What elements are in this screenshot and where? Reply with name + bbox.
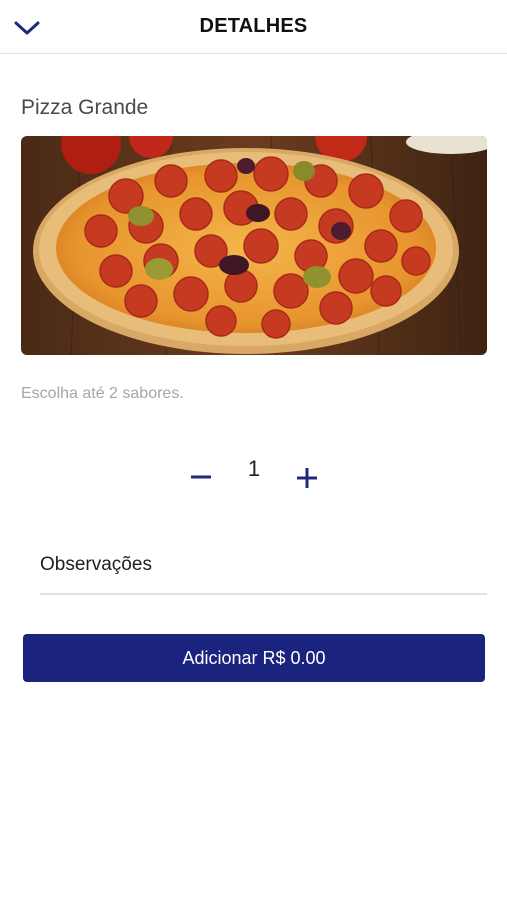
flavor-limit-hint: Escolha até 2 sabores. <box>21 385 184 402</box>
page-title: DETALHES <box>199 15 308 37</box>
app-header: DETALHES <box>0 0 507 54</box>
minus-icon <box>191 475 211 479</box>
add-to-cart-button[interactable]: Adicionar R$ 0.00 <box>23 634 485 682</box>
quantity-stepper: 1 <box>0 452 507 502</box>
increment-button[interactable] <box>292 461 322 495</box>
plus-icon <box>297 468 317 488</box>
decrement-button[interactable] <box>186 460 216 494</box>
product-name: Pizza Grande <box>21 96 149 119</box>
product-image <box>21 136 487 355</box>
observations-input[interactable] <box>40 544 487 595</box>
quantity-value: 1 <box>247 456 261 481</box>
pizza-illustration <box>21 136 487 355</box>
